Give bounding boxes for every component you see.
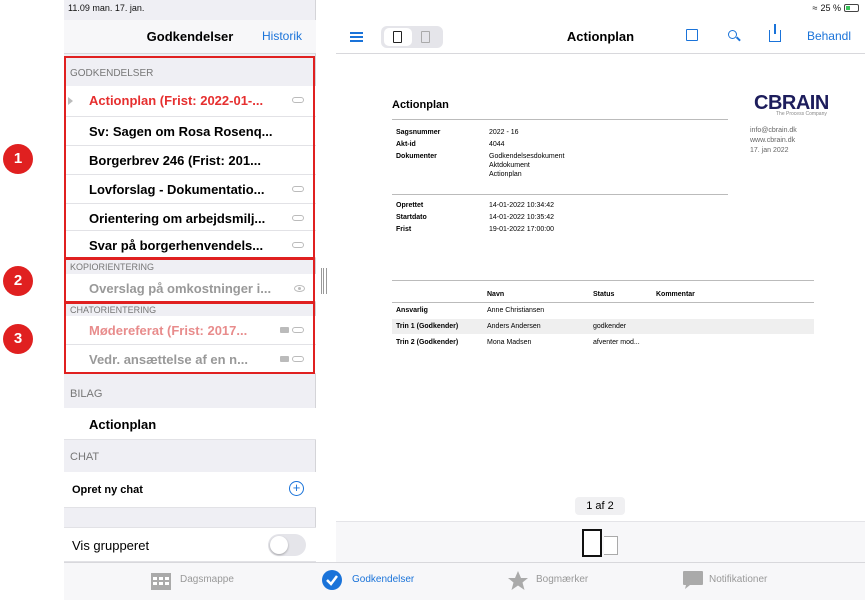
section-header-chat: CHAT — [70, 451, 100, 463]
table-cell-name: Anders Andersen — [487, 323, 541, 330]
search-icon[interactable] — [728, 30, 737, 39]
meta-label: Dokumenter — [396, 153, 437, 160]
table-cell-status: afventer mod... — [593, 339, 640, 346]
divider — [392, 280, 814, 281]
table-cell-role: Trin 1 (Godkender) — [396, 323, 459, 330]
group-toggle-label: Vis grupperet — [72, 538, 150, 553]
meta-label: Sagsnummer — [396, 129, 441, 136]
tab-label: Bogmærker — [536, 574, 589, 585]
table-cell-name: Anne Christiansen — [487, 307, 545, 314]
right-navbar: Actionplan Behandl — [336, 20, 865, 54]
contact-email: info@cbrain.dk — [750, 127, 797, 134]
tab-label: Godkendelser — [352, 574, 415, 585]
table-cell-status: godkender — [593, 323, 627, 330]
history-button[interactable]: Historik — [262, 29, 302, 43]
tab-bar: Dagsmappe Godkendelser Bogmærker Notifik… — [64, 562, 865, 600]
new-chat-label: Opret ny chat — [72, 484, 143, 496]
meta-value: Actionplan — [489, 171, 522, 178]
share-icon[interactable] — [769, 24, 781, 42]
meta-value: Aktdokument — [489, 162, 530, 169]
meta-value: 2022 - 16 — [489, 129, 519, 136]
speech-bubble-icon — [683, 571, 703, 589]
edit-icon[interactable] — [686, 29, 698, 41]
date-value: 19-01-2022 17:00:00 — [489, 226, 554, 233]
callout-badge-2: 2 — [3, 266, 33, 296]
document-page: Actionplan CBRAIN The Process Company in… — [336, 56, 865, 521]
section-header-attachments: BILAG — [70, 388, 103, 400]
table-header: Status — [593, 291, 615, 298]
page-thumbnail-1[interactable] — [582, 529, 602, 557]
divider — [392, 302, 814, 303]
status-right: ≈ 25 % — [813, 3, 859, 13]
left-navbar: Godkendelser Historik — [64, 20, 316, 54]
logo-tagline: The Process Company — [776, 111, 827, 117]
table-cell-name: Mona Madsen — [487, 339, 532, 346]
star-icon — [508, 571, 528, 590]
document-title: Actionplan — [566, 29, 635, 44]
attachment-item[interactable]: Actionplan — [64, 408, 316, 440]
callout-badge-1: 1 — [3, 144, 33, 174]
group-toggle-row: Vis grupperet — [64, 527, 316, 562]
table-cell-role: Ansvarlig — [396, 307, 428, 314]
plus-icon[interactable]: + — [289, 481, 304, 496]
callout-box-copy — [64, 258, 315, 303]
date-label: Startdato — [396, 214, 427, 221]
meta-label: Akt-id — [396, 141, 416, 148]
battery-percent: 25 % — [820, 3, 841, 13]
tab-label: Dagsmappe — [180, 574, 234, 585]
contact-date: 17. jan 2022 — [750, 147, 789, 154]
table-header: Kommentar — [656, 291, 695, 298]
page-thumbnail-2[interactable] — [604, 536, 618, 555]
page-indicator: 1 af 2 — [575, 497, 625, 515]
wifi-icon: ≈ — [812, 3, 818, 13]
process-button[interactable]: Behandl — [807, 29, 851, 43]
date-label: Oprettet — [396, 202, 424, 209]
meta-value: Godkendelsesdokument — [489, 153, 565, 160]
battery-icon — [844, 4, 859, 12]
callout-box-approvals — [64, 56, 315, 259]
table-header: Navn — [487, 291, 505, 298]
callout-badge-3: 3 — [3, 324, 33, 354]
page-thumbnail-bar — [336, 521, 865, 562]
split-handle[interactable] — [321, 268, 327, 294]
meta-value: 4044 — [489, 141, 505, 148]
checkmark-badge-icon — [322, 570, 342, 590]
date-value: 14-01-2022 10:35:42 — [489, 214, 554, 221]
group-toggle-switch[interactable] — [268, 534, 306, 556]
contact-web: www.cbrain.dk — [750, 137, 796, 144]
callout-box-chat-orientation — [64, 302, 315, 374]
calendar-icon — [151, 573, 171, 590]
table-cell-role: Trin 2 (Godkender) — [396, 339, 459, 346]
attachment-title: Actionplan — [89, 417, 157, 432]
doc-heading: Actionplan — [392, 99, 449, 111]
tab-label: Notifikationer — [709, 574, 768, 585]
divider — [392, 119, 728, 120]
divider — [392, 194, 728, 195]
status-time: 11.09 man. 17. jan. — [68, 3, 145, 13]
date-label: Frist — [396, 226, 412, 233]
date-value: 14-01-2022 10:34:42 — [489, 202, 554, 209]
new-chat-row[interactable]: Opret ny chat + — [64, 472, 316, 508]
